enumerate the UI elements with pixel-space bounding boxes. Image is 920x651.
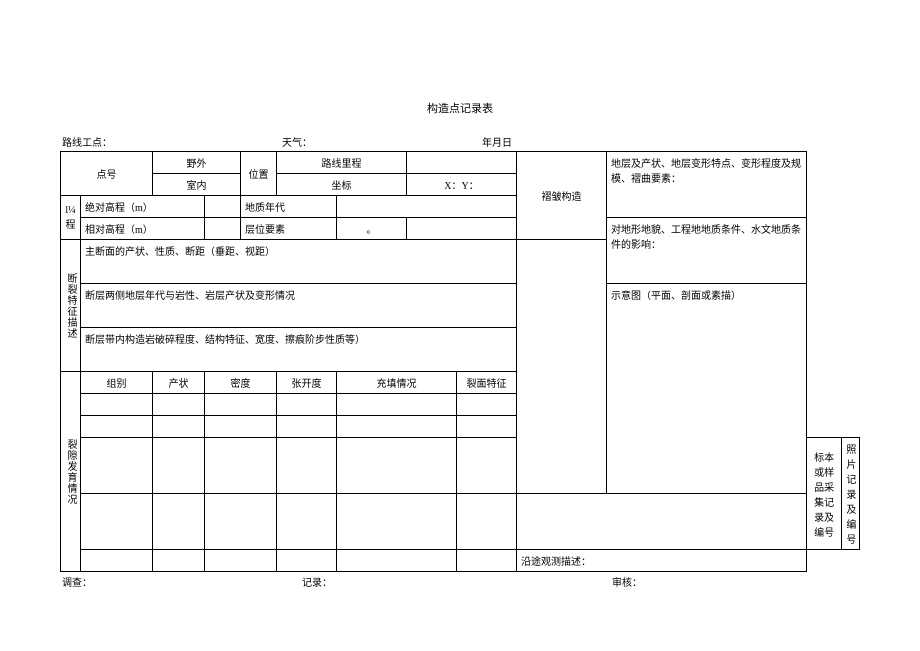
joint-row-2-group	[81, 416, 153, 438]
joint-row-2-density	[205, 416, 277, 438]
joint-row-4-density	[205, 494, 277, 550]
joint-row-1-fill	[337, 394, 457, 416]
page-title: 构造点记录表	[60, 100, 860, 116]
route-mileage-value	[407, 152, 517, 174]
field-label: 野外	[153, 152, 241, 174]
position-label: 位置	[241, 152, 277, 196]
joint-row-3-fill	[337, 438, 457, 494]
joint-row-1-face	[457, 394, 517, 416]
joint-density-header: 密度	[205, 372, 277, 394]
fault-desc-vlabel: 断裂特征描述	[61, 240, 81, 372]
abs-elev-label: 绝对高程（m）	[81, 196, 205, 218]
joint-group-header: 组别	[81, 372, 153, 394]
joint-row-1-attitude	[153, 394, 205, 416]
sketch-mid-blank	[517, 240, 607, 494]
joint-row-2-face	[457, 416, 517, 438]
joint-row-1-density	[205, 394, 277, 416]
sample-note: 标本或样品采集记录及编号	[807, 438, 842, 550]
abs-elev-value	[205, 196, 241, 218]
joint-row-3-face	[457, 438, 517, 494]
bottom-info-row: 调查： 记录： 审核：	[60, 574, 860, 589]
fault-row-1: 主断面的产状、性质、断距（垂距、视距）	[81, 240, 517, 284]
joint-row-4-attitude	[153, 494, 205, 550]
joint-row-5-attitude	[153, 550, 205, 572]
joint-row-4-group	[81, 494, 153, 550]
joint-row-2-attitude	[153, 416, 205, 438]
route-label: 路线工点：	[62, 138, 112, 149]
joint-row-5-face	[457, 550, 517, 572]
joint-row-3-open	[277, 438, 337, 494]
elevation-header: l¼程	[61, 196, 81, 240]
impact-text: 对地形地貌、工程地地质条件、水文地质条件的影响：	[607, 218, 807, 284]
date-label: 年月日	[482, 138, 512, 149]
joint-row-1-group	[81, 394, 153, 416]
layer-symbol: 。	[337, 218, 407, 240]
joint-vlabel: 裂隙发育情况	[61, 372, 81, 572]
joint-row-5-fill	[337, 550, 457, 572]
coord-label: 坐标	[277, 174, 407, 196]
joint-row-3-density	[205, 438, 277, 494]
joint-row-4-fill	[337, 494, 457, 550]
joint-attitude-header: 产状	[153, 372, 205, 394]
fold-structure-label: 褶皱构造	[517, 152, 607, 240]
photo-note: 照片记录及编号	[842, 438, 860, 550]
rel-elev-label: 相对高程（m）	[81, 218, 205, 240]
main-table: 点号 野外 位置 路线里程 褶皱构造 地层及产状、地层变形特点、变形程度及规模、…	[60, 151, 860, 572]
layer-value	[407, 218, 517, 240]
coord-value: X：Y：	[407, 174, 517, 196]
joint-fill-header: 充填情况	[337, 372, 457, 394]
fault-row-2: 断层两侧地层年代与岩性、岩层产状及变形情况	[81, 284, 517, 328]
point-no-label: 点号	[61, 152, 153, 196]
survey-label: 调查：	[62, 574, 302, 589]
joint-row-5-group	[81, 550, 153, 572]
layer-elements-label: 层位要素	[241, 218, 337, 240]
joint-row-1-open	[277, 394, 337, 416]
route-obs: 沿途观测描述：	[517, 550, 807, 572]
review-label: 审核：	[612, 574, 858, 589]
fault-row-3: 断层带内构造岩破碎程度、结构特征、宽度、擦痕阶步性质等）	[81, 328, 517, 372]
joint-row-5-density	[205, 550, 277, 572]
record-label: 记录：	[302, 574, 612, 589]
weather-label: 天气：	[282, 138, 312, 149]
rel-elev-value	[205, 218, 241, 240]
joint-open-header: 张开度	[277, 372, 337, 394]
joint-row-3-group	[81, 438, 153, 494]
fold-text-1: 地层及产状、地层变形特点、变形程度及规模、褶曲要素：	[607, 152, 807, 218]
route-mileage-label: 路线里程	[277, 152, 407, 174]
joint-row-5-open	[277, 550, 337, 572]
joint-row-4-face	[457, 494, 517, 550]
top-info-row: 路线工点： 天气： 年月日	[60, 134, 860, 149]
joint-row-4-open	[277, 494, 337, 550]
geo-age-label: 地质年代	[241, 196, 337, 218]
sketch-label: 示意图（平面、剖面或素描）	[607, 284, 807, 494]
geo-age-value	[337, 196, 517, 218]
joint-row-3-attitude	[153, 438, 205, 494]
joint-row-2-open	[277, 416, 337, 438]
joint-face-header: 裂面特征	[457, 372, 517, 394]
joint-row-2-fill	[337, 416, 457, 438]
indoor-label: 室内	[153, 174, 241, 196]
